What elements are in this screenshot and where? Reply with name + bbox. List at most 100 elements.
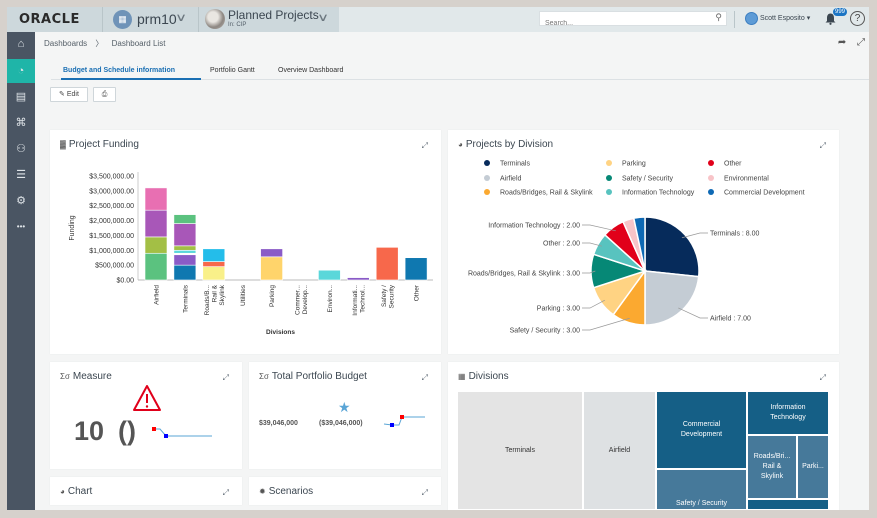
bar-segment[interactable] — [173, 245, 197, 251]
x-tick-label: Informati... — [352, 285, 359, 316]
header-divider — [198, 7, 199, 32]
expand-icon[interactable]: ⤢ — [820, 373, 826, 383]
treemap-cell[interactable]: Safety / Security — [656, 469, 747, 510]
oracle-logo: ORACLE — [19, 12, 80, 27]
projects-icon[interactable]: ▤ — [7, 85, 35, 109]
expand-icon[interactable]: ⤢ — [422, 373, 428, 383]
treemap-cell[interactable]: Parki... — [797, 435, 829, 499]
divisions-treemap: Terminals Airfield Commercial Development Sa… — [457, 391, 830, 510]
print-icon: ⎙ — [101, 91, 108, 98]
treemap-cell[interactable]: Commercial Development — [656, 391, 747, 469]
budget-sparkline — [383, 415, 425, 427]
star-icon: ★ — [338, 399, 351, 415]
workspace-icon[interactable]: ▦ — [113, 10, 132, 29]
treemap-cell-label: Safety / Security — [676, 500, 727, 507]
x-tick-label: Commer... — [294, 285, 301, 315]
bar-segment[interactable] — [144, 236, 168, 254]
tab-portfolio-gantt[interactable]: Portfolio Gantt — [210, 67, 255, 74]
documents-icon[interactable]: ☰ — [7, 163, 35, 187]
pie-chart-icon: ◕ — [60, 487, 65, 496]
bar-segment[interactable] — [404, 257, 428, 281]
y-tick-label: $0.00 — [116, 278, 134, 285]
tab-budget-schedule[interactable]: Budget and Schedule information — [63, 67, 175, 74]
y-tick-label: $3,500,000.00 — [89, 174, 134, 181]
tab-overview-dashboard[interactable]: Overview Dashboard — [278, 67, 343, 74]
app-window: ORACLE ▦ prm10 ∨ Planned Projects In: CI… — [7, 7, 869, 510]
more-icon[interactable]: ••• — [7, 215, 35, 239]
breadcrumb-dashboard-list[interactable]: Dashboard List — [112, 39, 166, 48]
bar-segment[interactable] — [173, 264, 197, 281]
company-icon[interactable]: ⌘ — [7, 111, 35, 135]
print-button[interactable]: ⎙ — [93, 87, 116, 102]
edit-button[interactable]: ✎ Edit — [50, 87, 88, 102]
treemap-icon: ▦ — [458, 372, 466, 381]
measure-card: Σσ Measure ⤢ 10 () — [50, 362, 242, 469]
bar-segment[interactable] — [173, 214, 197, 224]
treemap-cell-label: Airfield — [608, 446, 631, 454]
pie-slice[interactable] — [644, 270, 700, 326]
treemap-cell[interactable]: Terminals — [457, 391, 583, 510]
pie-slice[interactable] — [644, 216, 700, 278]
bar-segment[interactable] — [260, 248, 283, 258]
bar-segment[interactable] — [173, 223, 197, 247]
bar-segment[interactable] — [144, 252, 168, 281]
project-chevron-down-icon[interactable]: ∨ — [317, 11, 329, 24]
workspace-selector[interactable]: prm10 — [137, 11, 177, 27]
search-box[interactable]: ⚲ — [539, 11, 727, 30]
bar-segment[interactable] — [202, 261, 226, 267]
project-selector[interactable]: Planned Projects — [228, 8, 319, 22]
treemap-cell[interactable]: Roads/Bri... Rail & Skylink — [747, 435, 797, 499]
bar-segment[interactable] — [173, 249, 197, 254]
x-tick-label: Technol... — [360, 285, 367, 313]
x-tick-label: Develop... — [302, 285, 309, 314]
treemap-cell-label: Terminals — [505, 446, 535, 454]
workspace-chevron-down-icon[interactable]: ∨ — [175, 11, 187, 24]
pencil-icon: ✎ — [59, 91, 65, 98]
settings-gear-icon[interactable]: ⚙ — [7, 189, 35, 213]
search-icon[interactable]: ⚲ — [715, 12, 722, 23]
projects-by-division-card: ◕ Projects by Division ⤢ Terminals Airfiel… — [448, 130, 839, 354]
dashboards-icon[interactable]: ◔ — [7, 59, 35, 83]
y-tick-label: $3,000,000.00 — [89, 188, 134, 195]
pie-leader-line — [582, 224, 616, 232]
x-tick-label: Rail & — [211, 284, 218, 302]
treemap-cell[interactable]: Airfield — [583, 391, 656, 510]
y-tick-label: $500,000.00 — [95, 263, 134, 270]
search-input[interactable] — [540, 17, 700, 30]
pie-data-label: Parking : 3.00 — [537, 306, 580, 313]
measure-sparkline — [152, 427, 212, 438]
project-avatar-icon — [205, 9, 225, 29]
sparkline-low-marker — [390, 423, 394, 427]
fullscreen-icon[interactable]: ⤢ — [857, 37, 865, 48]
treemap-cell[interactable]: Information Technology — [747, 391, 829, 435]
share-icon[interactable]: ➦ — [838, 37, 846, 48]
bar-segment[interactable] — [318, 269, 341, 281]
bar-segment[interactable] — [144, 209, 168, 238]
users-icon[interactable]: ⚇ — [7, 137, 35, 161]
chart-card: ◕ Chart ⤢ — [50, 477, 242, 505]
card-title: ◕ Chart — [60, 486, 92, 497]
expand-icon[interactable]: ⤢ — [422, 488, 428, 498]
expand-icon[interactable]: ⤢ — [223, 488, 229, 498]
user-menu[interactable]: Scott Esposito ▾ — [760, 14, 810, 22]
breadcrumb-dashboards[interactable]: Dashboards — [44, 39, 87, 48]
treemap-cell-label: Parki... — [802, 463, 824, 470]
bar-segment[interactable] — [375, 247, 399, 281]
home-icon[interactable]: ⌂ — [7, 32, 35, 56]
treemap-cell[interactable] — [747, 499, 829, 510]
treemap-cell-label: Information Technology — [770, 404, 806, 421]
y-axis-title: Funding — [69, 215, 76, 240]
x-tick-label: Safety / — [381, 285, 388, 307]
bar-segment[interactable] — [202, 248, 226, 262]
user-avatar-icon[interactable] — [745, 12, 758, 25]
expand-icon[interactable]: ⤢ — [223, 373, 229, 383]
bar-segment[interactable] — [260, 256, 283, 281]
bar-segment[interactable] — [173, 254, 197, 266]
edit-label: Edit — [66, 91, 79, 98]
x-tick-label: Utilities — [240, 284, 247, 306]
bar-segment[interactable] — [202, 266, 226, 281]
bar-segment[interactable] — [144, 187, 168, 211]
bar-segment[interactable] — [346, 277, 370, 281]
budget-value: $39,046,000 — [259, 420, 298, 427]
help-icon[interactable]: ? — [850, 11, 865, 26]
